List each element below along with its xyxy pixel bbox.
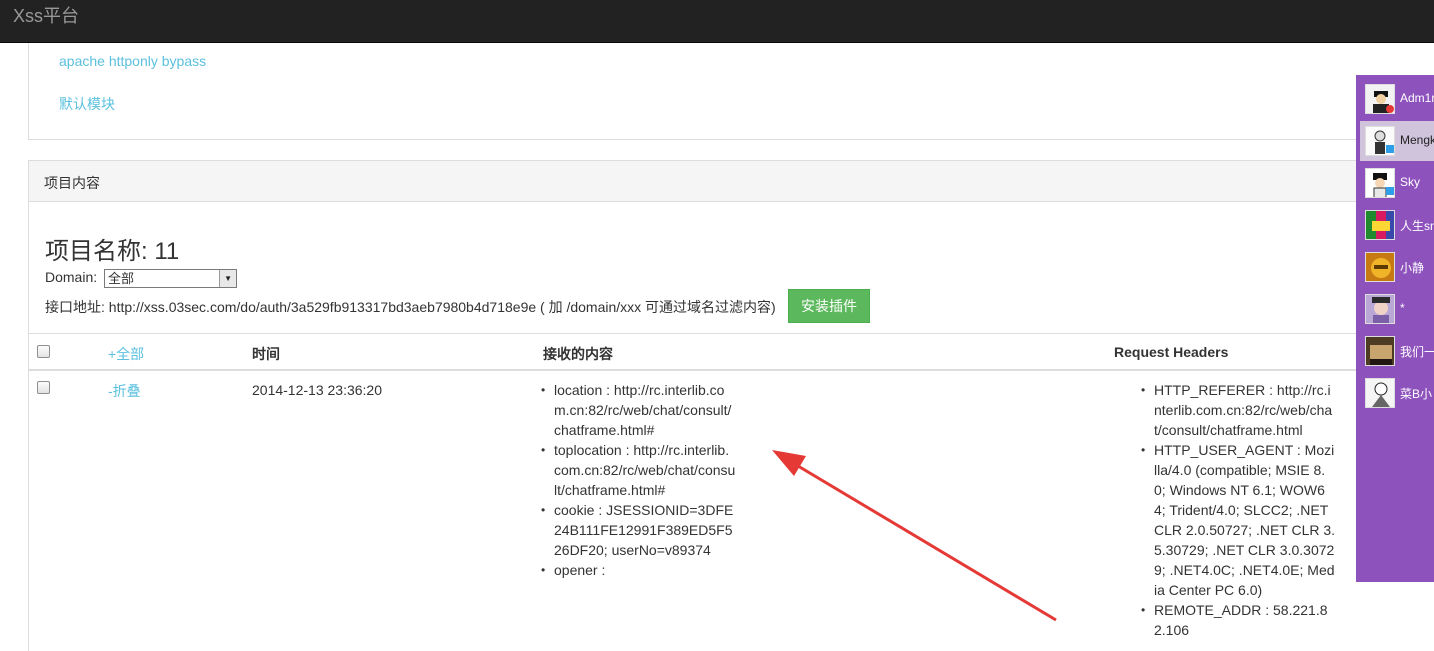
chat-user-name: *	[1400, 301, 1405, 315]
chat-user-item[interactable]: 小静	[1360, 247, 1434, 287]
chat-user-name: 小静	[1400, 261, 1425, 275]
chat-user-name: Sky	[1400, 175, 1421, 189]
avatar-icon	[1365, 168, 1395, 198]
module-link-default[interactable]: 默认模块	[59, 94, 115, 114]
column-header-content: 接收的内容	[543, 346, 613, 362]
top-navbar: Xss平台	[0, 0, 1434, 43]
table-header: +全部 时间 接收的内容 Request Headers	[29, 333, 1434, 371]
domain-selected-value: 全部	[108, 271, 135, 286]
module-link-httponly[interactable]: apache httponly bypass	[59, 53, 206, 69]
panel-title: 项目内容	[44, 175, 100, 191]
list-item: toplocation : http://rc.interlib.com.cn:…	[541, 440, 736, 500]
panel-heading: 项目内容	[29, 161, 1434, 202]
request-headers-list: HTTP_REFERER : http://rc.interlib.com.cn…	[1141, 380, 1336, 640]
chat-user-name: Mengk	[1400, 133, 1434, 147]
chat-user-item[interactable]: Sky	[1360, 163, 1434, 203]
column-header-request-headers: Request Headers	[1114, 344, 1229, 360]
list-item: cookie : JSESSIONID=3DFE24B111FE12991F38…	[541, 500, 736, 560]
chat-side-panel: Adm1n Mengk Sky 人生sm 小静 * 我们一	[1356, 75, 1434, 582]
chat-user-name: 人生sm	[1400, 219, 1434, 233]
avatar-icon	[1365, 252, 1395, 282]
domain-filter-row: Domain: 全部 ▼	[45, 269, 238, 288]
chat-user-item[interactable]: 人生sm	[1360, 205, 1434, 245]
brand-title[interactable]: Xss平台	[13, 5, 79, 27]
chat-user-item[interactable]: *	[1360, 289, 1434, 329]
list-item: REMOTE_ADDR : 58.221.82.106	[1141, 600, 1336, 640]
api-address-row: 接口地址: http://xss.03sec.com/do/auth/3a529…	[45, 297, 776, 317]
avatar-icon	[1365, 84, 1395, 114]
chevron-down-icon[interactable]: ▼	[219, 270, 237, 287]
avatar-icon	[1365, 210, 1395, 240]
chat-user-name: 菜B小	[1400, 387, 1433, 401]
row-time: 2014-12-13 23:36:20	[252, 382, 382, 398]
list-item: HTTP_USER_AGENT : Mozilla/4.0 (compatibl…	[1141, 440, 1336, 600]
avatar-icon	[1365, 126, 1395, 156]
avatar-icon	[1365, 294, 1395, 324]
chat-user-item[interactable]: 我们一	[1360, 331, 1434, 371]
expand-all-link[interactable]: +全部	[108, 344, 144, 364]
api-note: ( 加 /domain/xxx 可通过域名过滤内容)	[540, 299, 776, 315]
install-plugin-button[interactable]: 安装插件	[788, 289, 870, 323]
avatar-icon	[1365, 378, 1395, 408]
select-all-checkbox[interactable]	[37, 345, 50, 358]
received-content-list: location : http://rc.interlib.com.cn:82/…	[541, 380, 736, 580]
chat-user-name: 我们一	[1400, 345, 1434, 359]
api-url: http://xss.03sec.com/do/auth/3a529fb9133…	[108, 299, 537, 315]
chat-user-item[interactable]: 菜B小	[1360, 373, 1434, 413]
chat-user-name: Adm1n	[1400, 91, 1434, 105]
project-name: 项目名称: 11	[45, 238, 180, 265]
avatar-icon	[1365, 336, 1395, 366]
collapse-row-link[interactable]: -折叠	[108, 381, 141, 401]
chat-user-item[interactable]: Mengk	[1360, 121, 1434, 161]
api-label: 接口地址:	[45, 299, 105, 315]
module-list-panel: apache httponly bypass 默认模块	[28, 43, 1434, 140]
domain-label: Domain:	[45, 269, 98, 286]
domain-select[interactable]: 全部 ▼	[104, 269, 238, 288]
chat-user-item[interactable]: Adm1n	[1360, 79, 1434, 119]
row-checkbox[interactable]	[37, 381, 50, 394]
list-item: HTTP_REFERER : http://rc.interlib.com.cn…	[1141, 380, 1336, 440]
annotation-arrow-icon	[772, 450, 1057, 622]
list-item: opener :	[541, 560, 736, 580]
list-item: location : http://rc.interlib.com.cn:82/…	[541, 380, 736, 440]
column-header-time: 时间	[252, 346, 280, 362]
